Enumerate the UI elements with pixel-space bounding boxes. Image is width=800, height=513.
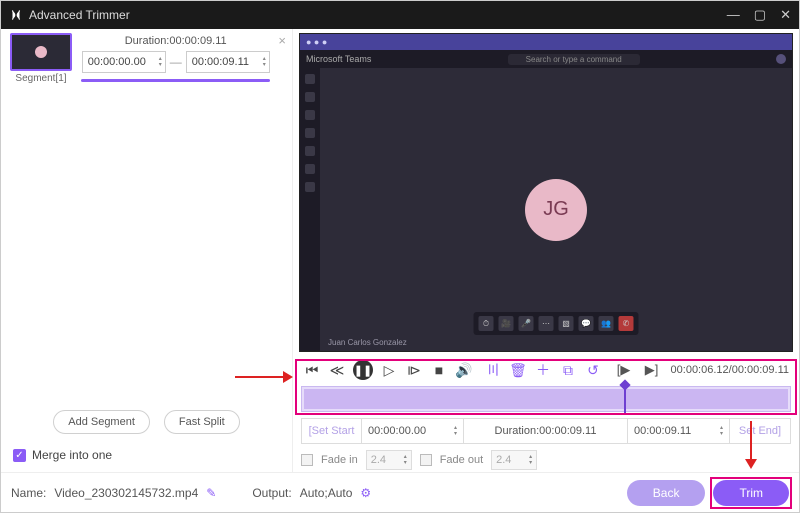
- mark-out-icon[interactable]: ▶]: [643, 361, 661, 379]
- fade-in-checkbox[interactable]: [301, 454, 313, 466]
- segment-panel: Segment[1] Duration:00:00:09.11 00:00:00…: [1, 29, 293, 472]
- merge-checkbox[interactable]: ✓ Merge into one: [7, 444, 286, 464]
- segment-remove-button[interactable]: ×: [278, 33, 286, 48]
- add-icon[interactable]: ＋: [534, 361, 552, 379]
- trim-button[interactable]: Trim: [713, 480, 789, 506]
- title-bar: Advanced Trimmer — ▢ ✕: [1, 1, 799, 29]
- play-icon[interactable]: ▷: [380, 361, 398, 379]
- playhead[interactable]: [624, 385, 626, 413]
- participant-avatar: JG: [525, 179, 587, 241]
- segment-duration-label: Duration:00:00:09.11: [125, 35, 227, 47]
- window-title: Advanced Trimmer: [29, 8, 727, 22]
- segment-end-input[interactable]: 00:00:09.11▴▾: [186, 51, 270, 73]
- delete-icon[interactable]: 🗑: [509, 361, 527, 379]
- range-separator: —: [170, 55, 182, 69]
- timeline[interactable]: [301, 386, 791, 412]
- set-end-button[interactable]: Set End ]: [730, 419, 790, 443]
- editor-panel: ● ● ● Microsoft Teams Search or type a c…: [293, 29, 799, 472]
- preview-side-rail: [300, 68, 320, 351]
- app-logo-icon: [9, 8, 23, 22]
- preview-avatar-icon: [776, 54, 786, 64]
- pause-button[interactable]: ❚❚: [353, 360, 373, 380]
- segment-start-input[interactable]: 00:00:00.00▴▾: [82, 51, 166, 73]
- range-start-input[interactable]: 00:00:00.00▴▾: [362, 419, 464, 443]
- mark-in-icon[interactable]: [▶: [615, 361, 633, 379]
- edit-name-icon[interactable]: ✎: [206, 486, 216, 500]
- preview-app-bar: Microsoft Teams Search or type a command: [300, 50, 792, 68]
- step-forward-icon[interactable]: ⧐: [405, 361, 423, 379]
- merge-label: Merge into one: [32, 448, 112, 462]
- back-button[interactable]: Back: [627, 480, 706, 506]
- preview-search: Search or type a command: [508, 54, 640, 65]
- range-row: [ Set Start 00:00:00.00▴▾ Duration:00:00…: [301, 418, 791, 444]
- name-label: Name:: [11, 486, 46, 500]
- fade-out-input[interactable]: 2.4▴▾: [491, 450, 537, 470]
- segment-progress-bar: [81, 79, 270, 82]
- call-toolbar: ⏱🎥🎤⋯▧💬👥✆: [474, 312, 639, 335]
- range-end-input[interactable]: 00:00:09.11▴▾: [628, 419, 730, 443]
- check-icon: ✓: [13, 449, 26, 462]
- video-preview[interactable]: ● ● ● Microsoft Teams Search or type a c…: [299, 33, 793, 352]
- undo-icon[interactable]: ↺: [584, 361, 602, 379]
- maximize-button[interactable]: ▢: [754, 7, 766, 23]
- add-segment-button[interactable]: Add Segment: [53, 410, 150, 434]
- bottom-bar: Name: Video_230302145732.mp4 ✎ Output: A…: [1, 472, 799, 512]
- window-controls: — ▢ ✕: [727, 7, 791, 23]
- minimize-button[interactable]: —: [727, 7, 740, 23]
- prev-segment-icon[interactable]: ⏮: [303, 361, 321, 379]
- volume-icon[interactable]: 🔊: [455, 361, 473, 379]
- preview-titlebar: ● ● ●: [300, 34, 792, 50]
- set-start-button[interactable]: [ Set Start: [302, 419, 362, 443]
- segment-label: Segment[1]: [15, 73, 66, 84]
- copy-icon[interactable]: ⧉: [559, 361, 577, 379]
- player-controls: ⏮ ≪ ❚❚ ▷ ⧐ ■ 🔊 〣 🗑 ＋ ⧉ ↺ [▶ ▶] 00:00:06.…: [299, 352, 793, 384]
- output-label: Output:: [252, 486, 291, 500]
- fade-in-label: Fade in: [321, 454, 358, 466]
- fade-row: Fade in 2.4▴▾ Fade out 2.4▴▾: [299, 444, 793, 472]
- fade-out-checkbox[interactable]: [420, 454, 432, 466]
- split-icon[interactable]: 〣: [484, 361, 502, 379]
- step-back-icon[interactable]: ≪: [328, 361, 346, 379]
- range-duration-label: Duration:00:00:09.11: [464, 419, 628, 443]
- close-button[interactable]: ✕: [780, 7, 791, 23]
- fade-out-label: Fade out: [440, 454, 483, 466]
- presenter-name: Juan Carlos Gonzalez: [328, 338, 407, 347]
- segment-thumbnail[interactable]: [10, 33, 72, 71]
- segment-item[interactable]: Segment[1] Duration:00:00:09.11 00:00:00…: [7, 33, 286, 84]
- output-settings-icon[interactable]: ⚙: [360, 486, 371, 500]
- output-value: Auto;Auto: [300, 486, 353, 500]
- preview-app-name: Microsoft Teams: [306, 54, 371, 64]
- name-value: Video_230302145732.mp4: [54, 486, 198, 500]
- stop-icon[interactable]: ■: [430, 361, 448, 379]
- fade-in-input[interactable]: 2.4▴▾: [366, 450, 412, 470]
- fast-split-button[interactable]: Fast Split: [164, 410, 240, 434]
- time-display: 00:00:06.12/00:00:09.11: [671, 364, 789, 376]
